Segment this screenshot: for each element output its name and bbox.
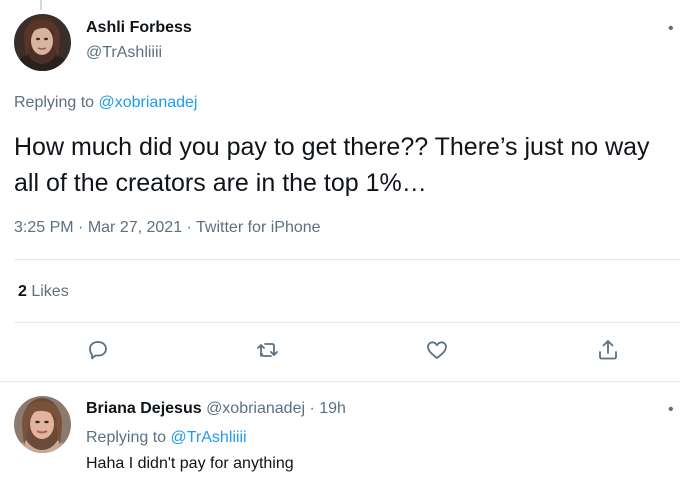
likes-count-link[interactable]: 2 Likes (18, 283, 69, 301)
reply-header: Briana Dejesus @xobrianadej · 19h (86, 400, 346, 418)
share-icon (596, 338, 620, 367)
thread-connector-line (40, 0, 42, 10)
reply-icon (86, 338, 110, 367)
author-name[interactable]: Ashli Forbess (86, 19, 192, 37)
retweet-icon (255, 338, 281, 367)
replying-to-link[interactable]: @xobrianadej (99, 94, 198, 111)
reply-time[interactable]: 19h (319, 400, 346, 417)
retweet-button[interactable] (253, 337, 283, 367)
like-button[interactable] (422, 337, 452, 367)
reply-more-options-icon[interactable]: • (668, 402, 675, 418)
more-options-icon[interactable]: • (668, 21, 675, 37)
reply-text: Haha I didn't pay for anything (86, 455, 294, 472)
reply-separator: · (305, 400, 320, 417)
meta-separator: · (182, 219, 197, 236)
reply-replying-to-line: Replying to @TrAshliiii (86, 429, 247, 447)
divider (0, 381, 680, 382)
tweet-time[interactable]: 3:25 PM (14, 219, 74, 236)
tweet-date[interactable]: Mar 27, 2021 (88, 219, 182, 236)
replying-to-line: Replying to @xobrianadej (14, 94, 197, 112)
reply-button[interactable] (83, 337, 113, 367)
replying-to-link[interactable]: @TrAshliiii (171, 429, 247, 446)
author-handle[interactable]: @TrAshliiii (86, 44, 162, 62)
divider (14, 259, 680, 260)
replying-to-prefix: Replying to (14, 94, 99, 111)
meta-separator: · (73, 219, 88, 236)
tweet-text: How much did you pay to get there?? Ther… (14, 133, 650, 197)
likes-count: 2 (18, 283, 27, 300)
avatar[interactable] (14, 396, 71, 453)
heart-icon (425, 338, 449, 367)
tweet-meta: 3:25 PM · Mar 27, 2021 · Twitter for iPh… (14, 219, 321, 237)
replying-to-prefix: Replying to (86, 429, 171, 446)
divider (14, 322, 680, 323)
likes-label: Likes (26, 283, 69, 300)
share-button[interactable] (593, 337, 623, 367)
reply-author-handle[interactable]: @xobrianadej (206, 400, 305, 417)
avatar[interactable] (14, 14, 71, 71)
tweet-source[interactable]: Twitter for iPhone (196, 219, 321, 236)
reply-author-name[interactable]: Briana Dejesus (86, 400, 202, 417)
